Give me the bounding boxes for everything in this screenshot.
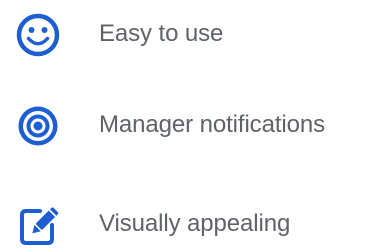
feature-list: Easy to use Manager notifications Visual… <box>0 0 378 252</box>
target-icon <box>16 104 60 148</box>
feature-item-manager-notifications: Manager notifications <box>0 101 378 151</box>
edit-pencil-icon <box>16 203 60 247</box>
feature-label: Visually appealing <box>99 210 291 237</box>
feature-item-easy-to-use: Easy to use <box>0 10 378 60</box>
smiley-face-icon <box>16 13 60 57</box>
feature-label: Easy to use <box>99 20 224 47</box>
feature-label: Manager notifications <box>99 111 326 138</box>
feature-item-visually-appealing: Visually appealing <box>0 200 378 250</box>
